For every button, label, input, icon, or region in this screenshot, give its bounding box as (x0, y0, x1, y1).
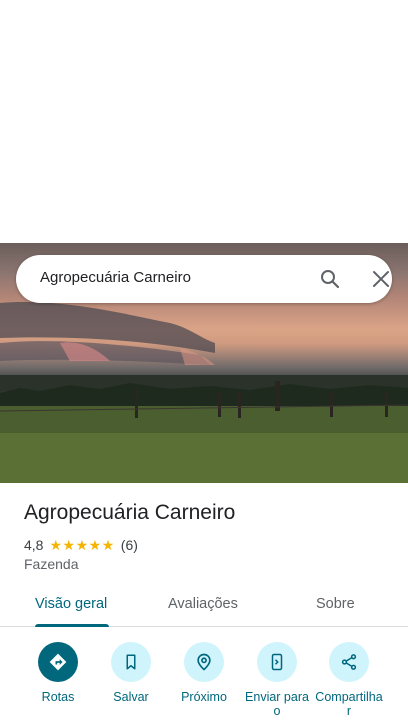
send-to-phone-icon (257, 642, 297, 682)
rating-stars: ★ ★ ★ ★ ★ (49, 538, 114, 552)
share-button[interactable]: Compartilhar (313, 640, 385, 718)
directions-icon (38, 642, 78, 682)
close-icon[interactable] (369, 267, 393, 291)
star-icon: ★ (101, 537, 115, 553)
tab-overview[interactable]: Visão geral (35, 596, 107, 612)
bookmark-icon (111, 642, 151, 682)
share-label: Compartilhar (315, 690, 383, 718)
share-icon (329, 642, 369, 682)
star-icon: ★ (49, 537, 63, 553)
search-icon[interactable] (318, 267, 342, 291)
tab-reviews[interactable]: Avaliações (168, 596, 238, 612)
save-label: Salvar (113, 690, 149, 704)
star-icon: ★ (75, 537, 89, 553)
directions-button[interactable]: Rotas (22, 640, 94, 704)
blank-map-area (0, 0, 408, 243)
nearby-label: Próximo (181, 690, 227, 704)
nearby-icon (184, 642, 224, 682)
place-tabs: Visão geral Avaliações Sobre (0, 585, 408, 627)
search-input[interactable]: Agropecuária Carneiro (40, 269, 191, 286)
action-bar: Rotas Salvar Próximo Enviar para o Compa… (0, 640, 408, 726)
search-bar[interactable]: Agropecuária Carneiro (16, 255, 392, 303)
rating-row[interactable]: 4,8 ★ ★ ★ ★ ★ (6) (24, 536, 138, 554)
rating-value: 4,8 (24, 537, 44, 553)
active-tab-indicator (35, 624, 109, 627)
star-icon: ★ (62, 537, 76, 553)
place-category[interactable]: Fazenda (24, 556, 78, 572)
nearby-button[interactable]: Próximo (168, 640, 240, 704)
directions-label: Rotas (41, 690, 75, 704)
star-icon: ★ (88, 537, 102, 553)
send-to-phone-label: Enviar para o (245, 690, 309, 718)
save-button[interactable]: Salvar (95, 640, 167, 704)
place-title: Agropecuária Carneiro (24, 501, 236, 524)
send-to-phone-button[interactable]: Enviar para o (241, 640, 313, 718)
tab-about[interactable]: Sobre (316, 596, 355, 612)
review-count[interactable]: (6) (121, 537, 138, 553)
